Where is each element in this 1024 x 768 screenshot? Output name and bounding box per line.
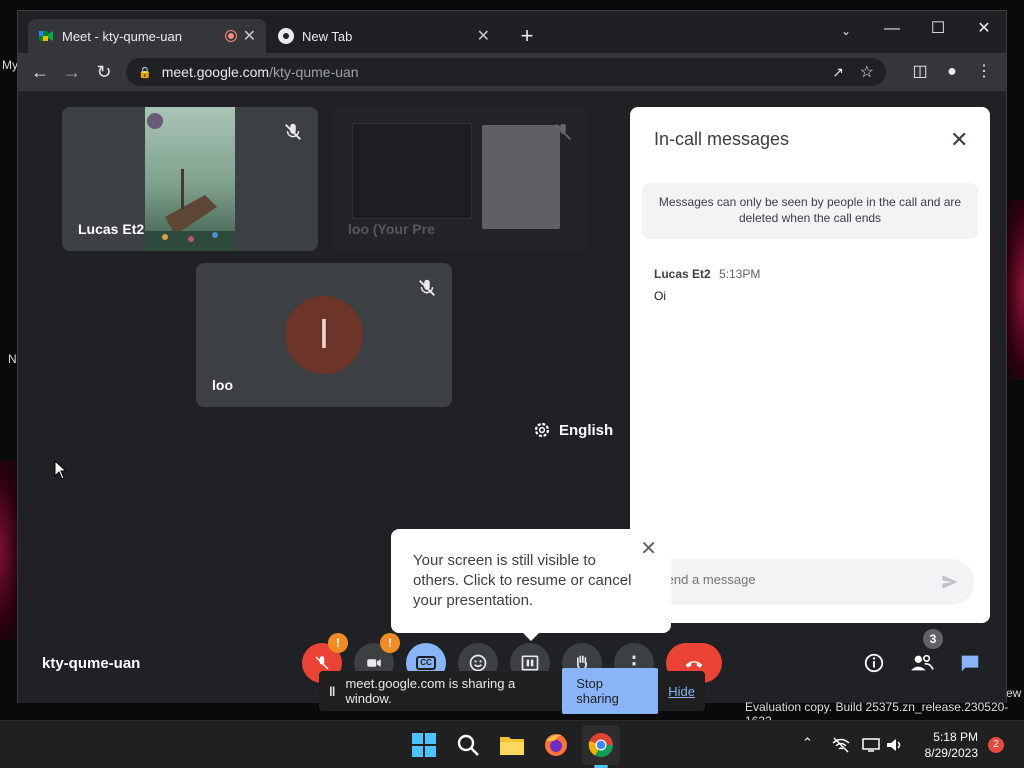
browser-window: Meet - kty-qume-uan ✕ New Tab ✕ + ⌄ — ☐ …	[17, 10, 1007, 714]
close-tab-icon[interactable]: ✕	[243, 26, 256, 46]
participant-tile[interactable]: l loo	[196, 263, 452, 407]
send-icon[interactable]	[940, 572, 960, 592]
emoji-icon	[469, 654, 487, 672]
message-sender: Lucas Et2	[654, 267, 711, 281]
forward-arrow-icon[interactable]: →	[60, 60, 84, 84]
popup-arrow	[522, 632, 540, 641]
participant-video	[145, 107, 235, 251]
volume-icon[interactable]	[886, 737, 904, 753]
stop-sharing-button[interactable]: Stop sharing	[562, 668, 659, 714]
presentation-preview	[352, 123, 472, 219]
meeting-info-button[interactable]	[854, 643, 894, 683]
meet-content: Lucas Et2 loo (Your Pre l loo English In…	[18, 91, 1006, 714]
close-popup-icon[interactable]: ✕	[640, 539, 657, 559]
info-icon	[864, 653, 884, 673]
url-path: /kty-qume-uan	[269, 64, 359, 80]
mouse-cursor-icon	[54, 460, 68, 480]
browser-toolbar: ← → ↻ 🔒 meet.google.com /kty-qume-uan ↗ …	[18, 53, 1006, 91]
message-time: 5:13PM	[719, 267, 761, 281]
mic-off-icon	[419, 279, 435, 296]
camera-warning-badge: !	[380, 633, 400, 653]
captions-language-button[interactable]: English	[533, 421, 613, 439]
avatar: l	[285, 296, 363, 374]
clock-date: 8/29/2023	[924, 746, 978, 760]
desktop-icon-label[interactable]: N	[8, 352, 17, 366]
tab-title: New Tab	[302, 28, 353, 44]
participant-count-badge: 3	[923, 629, 943, 649]
system-clock[interactable]: 5:18 PM 8/29/2023	[912, 729, 978, 761]
clock-time: 5:18 PM	[933, 730, 978, 744]
sharing-notification-bar: ‖ meet.google.com is sharing a window. S…	[319, 668, 705, 714]
captions-language-label: English	[559, 421, 614, 439]
chat-button[interactable]	[950, 643, 990, 683]
address-bar[interactable]: 🔒 meet.google.com /kty-qume-uan ↗ ☆	[126, 58, 886, 86]
side-panel-icon[interactable]: ◫	[908, 60, 932, 84]
tab-title: Meet - kty-qume-uan	[62, 28, 182, 44]
lock-icon: 🔒	[138, 66, 152, 79]
profile-icon[interactable]: ●	[940, 60, 964, 84]
drag-handle-icon[interactable]: ‖	[329, 684, 335, 699]
desktop-wallpaper-glow	[1004, 200, 1024, 380]
windows-start-icon[interactable]	[410, 731, 438, 759]
popup-message: Your screen is still visible to others. …	[413, 552, 632, 609]
meet-favicon-icon	[38, 28, 54, 44]
close-panel-icon[interactable]: ✕	[950, 127, 968, 153]
people-icon	[911, 654, 934, 671]
present-screen-icon	[521, 655, 539, 671]
display-icon[interactable]	[862, 737, 880, 753]
participant-name: Lucas Et2	[78, 221, 145, 237]
meeting-code: kty-qume-uan	[42, 655, 141, 672]
participant-name: loo (Your Pre	[348, 221, 435, 237]
firefox-icon[interactable]	[542, 731, 570, 759]
in-call-messages-panel: In-call messages ✕ Messages can only be …	[630, 107, 990, 623]
message-text: Oi	[654, 289, 666, 303]
gear-icon	[534, 422, 550, 438]
close-tab-icon[interactable]: ✕	[477, 26, 490, 46]
menu-kebab-icon[interactable]: ⋮	[972, 60, 996, 84]
sharing-status-text: meet.google.com is sharing a window.	[345, 676, 516, 706]
chat-icon	[961, 655, 979, 672]
url-host: meet.google.com	[161, 64, 270, 80]
people-button[interactable]: 3	[902, 629, 943, 683]
taskbar: ⌃ 5:18 PM 8/29/2023 2	[0, 720, 1024, 768]
mic-off-icon	[315, 656, 329, 670]
presentation-reminder-popup: Your screen is still visible to others. …	[391, 529, 671, 641]
mic-off-icon	[285, 123, 301, 140]
network-offline-icon[interactable]	[832, 737, 850, 753]
desktop-icon-label[interactable]: My	[2, 58, 18, 72]
desktop-edge-text: ew	[1006, 686, 1022, 700]
tab-new-tab[interactable]: New Tab ✕	[268, 19, 500, 53]
maximize-icon[interactable]: ☐	[926, 17, 950, 41]
camera-icon	[367, 659, 381, 667]
search-icon[interactable]	[454, 731, 482, 759]
bookmark-star-icon[interactable]: ☆	[860, 62, 874, 82]
new-tab-icon[interactable]: +	[515, 24, 539, 48]
chrome-icon[interactable]	[587, 731, 615, 759]
messages-notice: Messages can only be seen by people in t…	[642, 183, 978, 239]
minimize-icon[interactable]: —	[880, 17, 904, 41]
presentation-tile[interactable]: loo (Your Pre	[332, 107, 588, 251]
mic-warning-badge: !	[328, 633, 348, 653]
tab-meet[interactable]: Meet - kty-qume-uan ✕	[28, 19, 266, 53]
participant-name: loo	[212, 377, 233, 393]
show-hidden-icons-chevron-icon[interactable]: ⌃	[802, 735, 813, 751]
chrome-favicon-icon	[278, 28, 294, 44]
tab-strip: Meet - kty-qume-uan ✕ New Tab ✕ + ⌄ — ☐ …	[18, 11, 1006, 53]
notification-count-badge[interactable]: 2	[988, 737, 1004, 753]
presentation-preview-panel	[482, 125, 560, 229]
back-arrow-icon[interactable]: ←	[28, 60, 52, 84]
message-compose	[642, 559, 974, 605]
message-input[interactable]	[658, 572, 918, 587]
hide-sharing-bar-link[interactable]: Hide	[668, 684, 695, 699]
participant-tile[interactable]: Lucas Et2	[62, 107, 318, 251]
cc-icon: CC	[416, 656, 436, 670]
mic-off-icon	[555, 123, 571, 140]
file-explorer-icon[interactable]	[498, 731, 526, 759]
share-page-icon[interactable]: ↗	[832, 64, 844, 81]
reload-icon[interactable]: ↻	[92, 60, 116, 84]
tab-search-chevron-icon[interactable]: ⌄	[834, 19, 858, 43]
close-window-icon[interactable]: ✕	[972, 17, 996, 41]
recording-indicator-icon	[226, 31, 236, 41]
panel-title: In-call messages	[654, 129, 790, 149]
